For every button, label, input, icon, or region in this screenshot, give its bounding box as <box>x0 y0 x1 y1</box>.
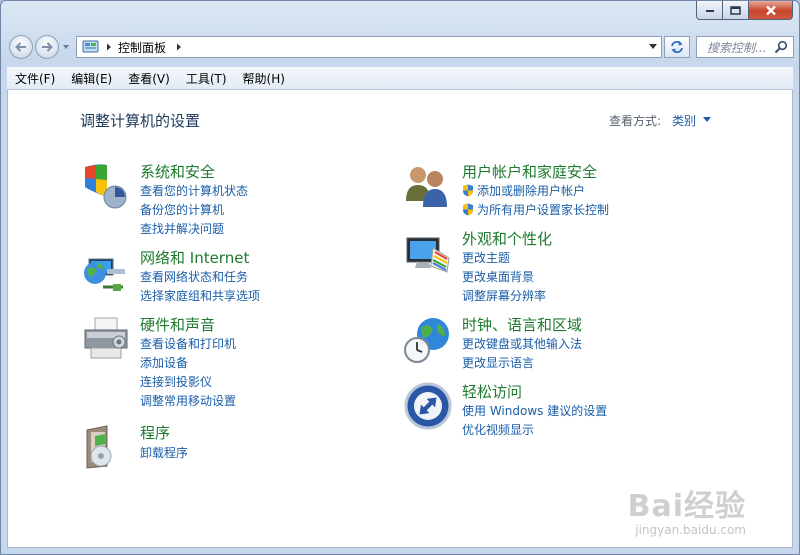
refresh-button[interactable] <box>664 36 690 58</box>
minimize-button[interactable] <box>696 1 723 20</box>
users-icon[interactable] <box>403 161 453 211</box>
address-history-dropdown[interactable] <box>645 37 661 57</box>
menu-file[interactable]: 文件(F) <box>7 70 63 87</box>
control-panel-icon <box>82 40 99 53</box>
link-screen-resolution[interactable]: 调整屏幕分辨率 <box>462 287 546 304</box>
category-title[interactable]: 网络和 Internet <box>140 247 249 268</box>
link-mobility-settings[interactable]: 调整常用移动设置 <box>140 392 236 409</box>
breadcrumb-control-panel[interactable]: 控制面板 <box>118 39 166 56</box>
menu-help[interactable]: 帮助(H) <box>235 70 293 87</box>
link-desktop-background[interactable]: 更改桌面背景 <box>462 268 534 285</box>
close-button[interactable] <box>749 1 793 20</box>
category-title[interactable]: 硬件和声音 <box>140 314 215 335</box>
navigation-bar: 控制面板 搜索控制... <box>7 33 794 61</box>
category-network-internet: 网络和 Internet 查看网络状态和任务 选择家庭组和共享选项 <box>81 247 361 304</box>
view-by-chevron-down-icon[interactable] <box>703 117 711 122</box>
close-icon <box>765 5 776 15</box>
back-arrow-icon <box>15 42 26 52</box>
refresh-icon <box>671 41 683 53</box>
category-user-accounts: 用户帐户和家庭安全 添加或删除用户帐户 为所有用户设置家长控制 <box>403 161 703 218</box>
caption-buttons <box>696 1 793 20</box>
link-view-computer-status[interactable]: 查看您的计算机状态 <box>140 182 248 199</box>
chevron-down-icon <box>649 44 657 49</box>
clock-globe-icon[interactable] <box>403 314 453 364</box>
link-optimize-visual-display[interactable]: 优化视频显示 <box>462 421 534 438</box>
minimize-icon <box>705 10 714 12</box>
category-ease-of-access: 轻松访问 使用 Windows 建议的设置 优化视频显示 <box>403 381 703 438</box>
menu-view[interactable]: 查看(V) <box>120 70 178 87</box>
link-label[interactable]: 添加或删除用户帐户 <box>477 184 585 198</box>
security-shield-icon[interactable] <box>81 161 131 211</box>
link-add-device[interactable]: 添加设备 <box>140 354 188 371</box>
network-globe-icon[interactable] <box>81 247 131 297</box>
maximize-button[interactable] <box>723 1 749 20</box>
category-title[interactable]: 轻松访问 <box>462 381 522 402</box>
category-title[interactable]: 用户帐户和家庭安全 <box>462 161 597 182</box>
monitor-palette-icon[interactable] <box>403 228 453 278</box>
printer-icon[interactable] <box>81 314 131 364</box>
programs-disc-icon[interactable] <box>81 422 131 472</box>
view-by-dropdown[interactable]: 类别 <box>672 112 696 129</box>
link-change-theme[interactable]: 更改主题 <box>462 249 510 266</box>
category-hardware-sound: 硬件和声音 查看设备和打印机 添加设备 连接到投影仪 调整常用移动设置 <box>81 314 361 408</box>
recent-pages-dropdown[interactable] <box>63 45 69 49</box>
maximize-icon <box>730 5 741 15</box>
search-input[interactable]: 搜索控制... <box>697 39 774 56</box>
category-title[interactable]: 系统和安全 <box>140 161 215 182</box>
content-pane: 调整计算机的设置 查看方式: 类别 系统和安全 查看您的计算机状态 备份您的计算… <box>7 90 793 548</box>
link-connect-projector[interactable]: 连接到投影仪 <box>140 373 212 390</box>
category-clock-language-region: 时钟、语言和区域 更改键盘或其他输入法 更改显示语言 <box>403 314 703 371</box>
address-bar[interactable]: 控制面板 <box>76 36 662 58</box>
forward-button[interactable] <box>35 35 59 59</box>
view-by-label: 查看方式: <box>609 114 662 128</box>
search-icon[interactable] <box>774 40 788 54</box>
search-box[interactable]: 搜索控制... <box>696 36 794 58</box>
watermark-logo: Bai经验 <box>627 489 746 524</box>
watermark-url: jingyan.baidu.com <box>635 523 746 537</box>
menu-edit[interactable]: 编辑(E) <box>63 70 120 87</box>
uac-shield-icon <box>463 184 473 197</box>
link-keyboard-input[interactable]: 更改键盘或其他输入法 <box>462 335 582 352</box>
link-add-remove-accounts[interactable]: 添加或删除用户帐户 <box>462 182 585 199</box>
menu-tools[interactable]: 工具(T) <box>178 70 235 87</box>
breadcrumb-separator-icon <box>107 43 111 51</box>
breadcrumb-separator-icon[interactable] <box>174 42 184 52</box>
link-homegroup-sharing[interactable]: 选择家庭组和共享选项 <box>140 287 260 304</box>
category-title[interactable]: 程序 <box>140 422 170 443</box>
watermark: Bai经验 jingyan.baidu.com <box>628 481 746 537</box>
link-windows-suggested-settings[interactable]: 使用 Windows 建议的设置 <box>462 402 607 419</box>
category-title[interactable]: 时钟、语言和区域 <box>462 314 582 335</box>
link-display-language[interactable]: 更改显示语言 <box>462 354 534 371</box>
uac-shield-icon <box>463 203 473 216</box>
back-button[interactable] <box>9 35 33 59</box>
control-panel-window: 控制面板 搜索控制... 文件(F) 编辑(E) 查看(V) 工具(T) 帮助(… <box>0 0 800 555</box>
forward-arrow-icon <box>42 42 53 52</box>
category-system-security: 系统和安全 查看您的计算机状态 备份您的计算机 查找并解决问题 <box>81 161 361 236</box>
link-troubleshoot[interactable]: 查找并解决问题 <box>140 220 224 237</box>
link-backup-computer[interactable]: 备份您的计算机 <box>140 201 224 218</box>
link-devices-printers[interactable]: 查看设备和打印机 <box>140 335 236 352</box>
link-label[interactable]: 为所有用户设置家长控制 <box>477 203 609 217</box>
link-uninstall-program[interactable]: 卸载程序 <box>140 444 188 461</box>
category-appearance: 外观和个性化 更改主题 更改桌面背景 调整屏幕分辨率 <box>403 228 703 303</box>
menu-bar: 文件(F) 编辑(E) 查看(V) 工具(T) 帮助(H) <box>7 67 793 90</box>
accessibility-icon[interactable] <box>403 381 453 431</box>
link-network-status[interactable]: 查看网络状态和任务 <box>140 268 248 285</box>
category-title[interactable]: 外观和个性化 <box>462 228 552 249</box>
page-title: 调整计算机的设置 <box>80 112 201 130</box>
category-programs: 程序 卸载程序 <box>81 422 361 472</box>
link-parental-controls[interactable]: 为所有用户设置家长控制 <box>462 201 609 218</box>
